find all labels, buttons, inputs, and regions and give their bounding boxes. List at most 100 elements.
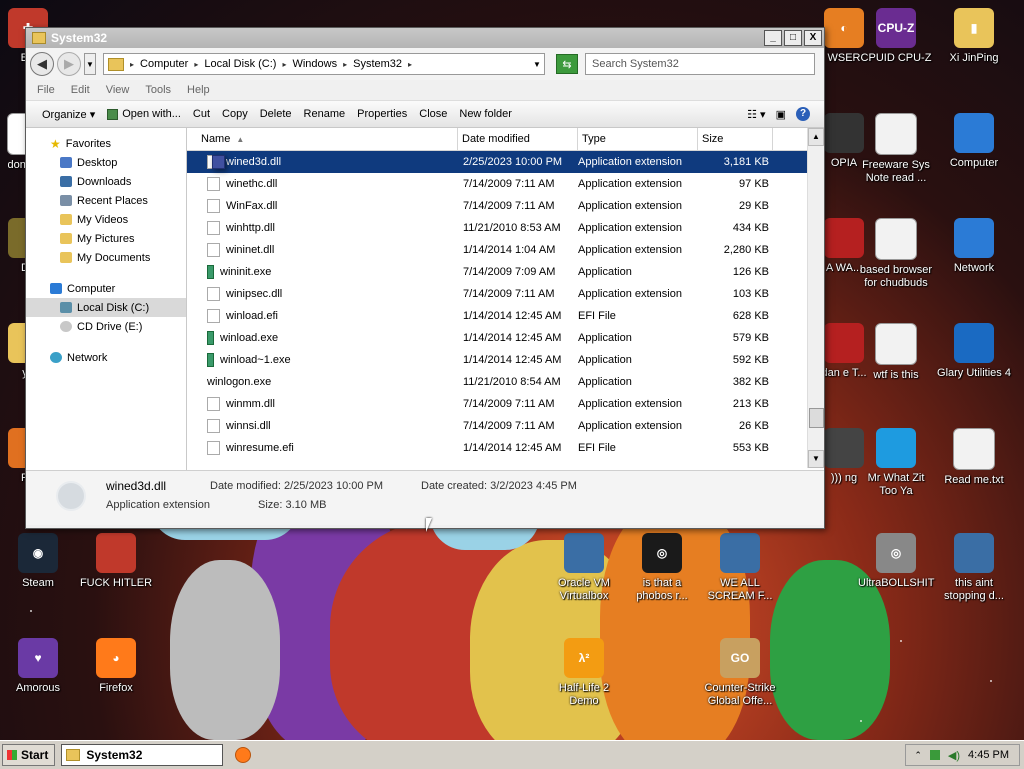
folder-icon [32,32,46,44]
nav-item-local-disk[interactable]: Local Disk (C:) [26,298,186,317]
desktop-icon-item[interactable]: WE ALL SCREAM F... [702,533,778,603]
view-options-icon[interactable]: ☷ ▾ [747,108,765,121]
firefox-quicklaunch-icon[interactable] [235,747,252,763]
desktop-icon-item[interactable]: Oracle VM Virtualbox [546,533,622,603]
table-row[interactable]: winnsi.dll 7/14/2009 7:11 AM Application e… [187,415,824,437]
desktop-icon-item[interactable]: ◎ UltraBOLLSHIT [858,533,934,590]
search-input[interactable]: Search System32 [585,53,815,75]
nav-network[interactable]: Network [26,348,186,367]
desktop-icon-item[interactable]: Read me.txt [936,428,1012,487]
column-header-size[interactable]: Size [698,128,773,150]
desktop-icon-item[interactable]: ◎ is that a phobos r... [624,533,700,603]
desktop-icon-item[interactable]: ◉ Steam [0,533,76,590]
close-folder-button[interactable]: Close [413,108,453,120]
cell-size: 29 KB [739,200,769,212]
minimize-button[interactable]: _ [764,30,782,46]
table-row[interactable]: winload.efi 1/14/2014 12:45 AM EFI File 628… [187,305,824,327]
network-status-icon[interactable] [929,750,940,760]
taskbar-item-system32[interactable]: System32 [61,744,224,766]
table-row[interactable]: winipsec.dll 7/14/2009 7:11 AM Application… [187,283,824,305]
desktop-icon-item[interactable]: ♥ Amorous [0,638,76,695]
desktop-icon-item[interactable]: Glary Utilities 4 [936,323,1012,380]
nav-item-my-pictures[interactable]: My Pictures [26,229,186,248]
table-row[interactable]: winresume.efi 1/14/2014 12:45 AM EFI File 5… [187,437,824,459]
delete-button[interactable]: Delete [254,108,298,120]
back-button[interactable]: ◀ [30,52,54,76]
cut-button[interactable]: Cut [187,108,216,120]
title-bar[interactable]: System32 _ □ X [26,28,824,48]
volume-icon[interactable]: ◀) [948,749,960,762]
column-header-name[interactable]: Name ▲ [187,128,458,150]
tray-expand-icon[interactable]: ⌃ [914,750,922,761]
table-row[interactable]: winload.exe 1/14/2014 12:45 AM Application… [187,327,824,349]
separator-icon[interactable]: ▸ [343,60,347,69]
address-dropdown-icon[interactable]: ▼ [530,60,544,69]
rename-button[interactable]: Rename [298,108,352,120]
separator-icon[interactable]: ▸ [194,60,198,69]
help-icon[interactable]: ? [796,107,810,121]
nav-item-downloads[interactable]: Downloads [26,172,186,191]
table-row[interactable]: winload~1.exe 1/14/2014 12:45 AM Applicati… [187,349,824,371]
scroll-thumb[interactable] [809,408,824,428]
table-row[interactable]: winlogon.exe 11/21/2010 8:54 AM Applicatio… [187,155,824,393]
nav-item-desktop[interactable]: Desktop [26,153,186,172]
desktop-icon-item[interactable]: GO Counter-Strike Global Offe... [702,638,778,708]
close-button[interactable]: X [804,30,822,46]
desktop-icon-item[interactable]: ◕ Firefox [78,638,154,695]
table-row[interactable]: winethc.dll 7/14/2009 7:11 AM Application … [187,173,824,195]
desktop-icon-item[interactable]: Mr What Zit Too Ya [858,428,934,498]
open-with-button[interactable]: Open with... [101,108,187,120]
nav-item-my-videos[interactable]: My Videos [26,210,186,229]
desktop-icon-item[interactable]: ▮ Xi JinPing [936,8,1012,65]
nav-item-recent-places[interactable]: Recent Places [26,191,186,210]
table-row[interactable]: wined3d.dll 2/25/2023 10:00 PM Application… [187,151,824,173]
menu-view[interactable]: View [106,84,130,96]
menu-edit[interactable]: Edit [71,84,90,96]
preview-pane-icon[interactable]: ▣ [776,108,786,121]
scroll-up-icon[interactable]: ▲ [808,128,824,146]
menu-tools[interactable]: Tools [145,84,171,96]
nav-favorites[interactable]: ★ Favorites [26,134,186,153]
start-button[interactable]: Start [2,744,56,766]
desktop-icon-item[interactable]: Computer [936,113,1012,170]
breadcrumb-system32[interactable]: System32 [353,58,402,70]
table-row[interactable]: winmm.dll 7/14/2009 7:11 AM Application ex… [187,393,824,415]
new-folder-button[interactable]: New folder [453,108,518,120]
desktop-icon-item[interactable]: λ² Half-Life 2 Demo [546,638,622,708]
breadcrumb-local-disk[interactable]: Local Disk (C:) [204,58,276,70]
table-row[interactable]: winhttp.dll 11/21/2010 8:53 AM Application… [187,217,824,239]
table-row[interactable]: wininet.dll 1/14/2014 1:04 AM Application … [187,239,824,261]
desktop-icon-item[interactable]: FUCK HITLER [78,533,154,590]
scroll-down-icon[interactable]: ▼ [808,450,824,468]
properties-button[interactable]: Properties [351,108,413,120]
recent-locations-dropdown[interactable]: ▼ [84,53,96,75]
desktop-icon-item[interactable]: Network [936,218,1012,275]
vertical-scrollbar[interactable]: ▲ ▼ [807,128,824,468]
column-header-date[interactable]: Date modified [458,128,578,150]
nav-computer[interactable]: Computer [26,279,186,298]
nav-item-my-documents[interactable]: My Documents [26,248,186,267]
breadcrumb-computer[interactable]: Computer [140,58,188,70]
table-row[interactable]: WinFax.dll 7/14/2009 7:11 AM Application e… [187,195,824,217]
nav-item-cd-drive[interactable]: CD Drive (E:) [26,317,186,336]
separator-icon[interactable]: ▸ [408,60,412,69]
organize-button[interactable]: Organize ▾ [36,108,101,121]
separator-icon[interactable]: ▸ [282,60,286,69]
copy-button[interactable]: Copy [216,108,254,120]
refresh-button[interactable]: ⇆ [556,54,578,74]
column-header-type[interactable]: Type [578,128,698,150]
desktop-icon-item[interactable]: wtf is this [858,323,934,382]
desktop-icon-item[interactable]: this aint stopping d... [936,533,1012,603]
clock[interactable]: 4:45 PM [968,749,1009,761]
desktop-icon-item[interactable]: CPU-Z CPUID CPU-Z [858,8,934,65]
address-bar[interactable]: ▸ Computer ▸ Local Disk (C:) ▸ Windows ▸… [103,53,545,75]
desktop-icon-item[interactable]: Freeware Sys Note read ... [858,113,934,185]
desktop-icon-item[interactable]: based browser for chudbuds [858,218,934,290]
maximize-button[interactable]: □ [784,30,802,46]
menu-file[interactable]: File [37,84,55,96]
table-row[interactable]: wininit.exe 7/14/2009 7:09 AM Application 1… [187,261,824,283]
menu-help[interactable]: Help [187,84,210,96]
desktop-app-icon [954,218,994,258]
forward-button[interactable]: ▶ [57,52,81,76]
breadcrumb-windows[interactable]: Windows [292,58,337,70]
